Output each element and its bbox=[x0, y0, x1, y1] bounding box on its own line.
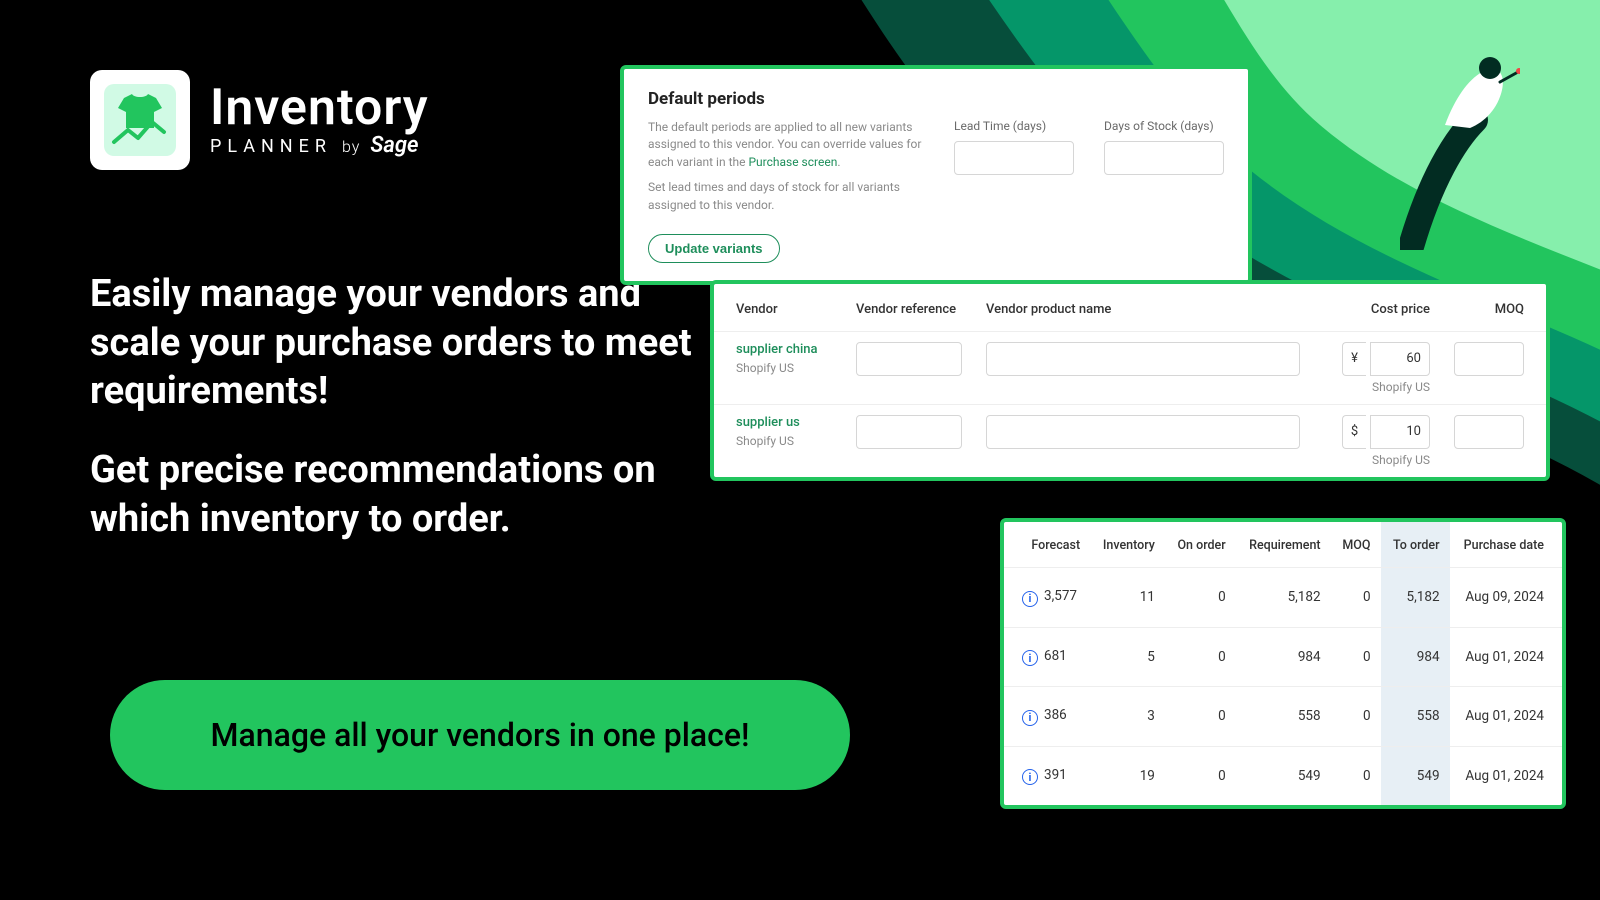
vendor-product-name-input[interactable] bbox=[986, 415, 1300, 449]
col-moq-forecast: MOQ bbox=[1331, 522, 1381, 568]
purchase-date-value: Aug 01, 2024 bbox=[1450, 627, 1562, 687]
days-of-stock-label: Days of Stock (days) bbox=[1104, 119, 1224, 133]
vendor-name-link[interactable]: supplier us bbox=[736, 415, 832, 430]
to-order-value: 558 bbox=[1381, 687, 1450, 747]
cost-price-sub: Shopify US bbox=[1324, 380, 1430, 394]
cost-price-value[interactable]: 60 bbox=[1370, 342, 1430, 376]
on-order-value: 0 bbox=[1165, 687, 1236, 747]
update-variants-button[interactable]: Update variants bbox=[648, 234, 780, 263]
default-periods-title: Default periods bbox=[648, 89, 1224, 109]
vendors-panel: Vendor Vendor reference Vendor product n… bbox=[710, 280, 1550, 481]
inventory-value: 5 bbox=[1090, 627, 1165, 687]
cta-button[interactable]: Manage all your vendors in one place! bbox=[110, 680, 850, 790]
moq-value: 0 bbox=[1331, 627, 1381, 687]
default-periods-desc-1: The default periods are applied to all n… bbox=[648, 119, 928, 171]
person-illustration bbox=[1400, 50, 1520, 250]
days-of-stock-input[interactable] bbox=[1104, 141, 1224, 175]
vendor-reference-input[interactable] bbox=[856, 342, 962, 376]
moq-input[interactable] bbox=[1454, 342, 1524, 376]
currency-symbol: $ bbox=[1342, 415, 1366, 449]
brand-tagline: PLANNER by Sage bbox=[210, 135, 429, 157]
cost-price-value[interactable]: 10 bbox=[1370, 415, 1430, 449]
on-order-value: 0 bbox=[1165, 627, 1236, 687]
forecast-row: i3911905490549Aug 01, 2024 bbox=[1004, 746, 1562, 805]
hero-paragraph-1: Easily manage your vendors and scale you… bbox=[90, 270, 730, 416]
purchase-date-value: Aug 01, 2024 bbox=[1450, 687, 1562, 747]
forecast-value: 386 bbox=[1044, 707, 1067, 723]
lead-time-label: Lead Time (days) bbox=[954, 119, 1074, 133]
col-to-order: To order bbox=[1381, 522, 1450, 568]
col-purchase-date: Purchase date bbox=[1450, 522, 1562, 568]
cta-label: Manage all your vendors in one place! bbox=[211, 716, 750, 754]
vendor-sub: Shopify US bbox=[736, 434, 832, 448]
col-vendor-reference: Vendor reference bbox=[844, 284, 974, 332]
vendor-sub: Shopify US bbox=[736, 361, 832, 375]
vendor-product-name-input[interactable] bbox=[986, 342, 1300, 376]
tshirt-chart-icon bbox=[104, 84, 176, 156]
vendor-row: supplier us Shopify US $10 Shopify US bbox=[714, 405, 1546, 478]
info-icon[interactable]: i bbox=[1022, 769, 1038, 785]
brand-tagline-by: by bbox=[342, 139, 360, 155]
inventory-value: 3 bbox=[1090, 687, 1165, 747]
on-order-value: 0 bbox=[1165, 746, 1236, 805]
forecast-row: i3,5771105,18205,182Aug 09, 2024 bbox=[1004, 568, 1562, 628]
requirement-value: 549 bbox=[1236, 746, 1331, 805]
hero-copy: Easily manage your vendors and scale you… bbox=[90, 270, 730, 573]
brand-name: Inventory bbox=[210, 83, 429, 133]
vendors-table: Vendor Vendor reference Vendor product n… bbox=[714, 284, 1546, 477]
col-cost-price: Cost price bbox=[1312, 284, 1442, 332]
vendor-reference-input[interactable] bbox=[856, 415, 962, 449]
cost-price-sub: Shopify US bbox=[1324, 453, 1430, 467]
forecast-row: i681509840984Aug 01, 2024 bbox=[1004, 627, 1562, 687]
moq-value: 0 bbox=[1331, 687, 1381, 747]
default-periods-desc-2: Set lead times and days of stock for all… bbox=[648, 179, 928, 214]
col-vendor: Vendor bbox=[714, 284, 844, 332]
on-order-value: 0 bbox=[1165, 568, 1236, 628]
brand-logo-badge bbox=[90, 70, 190, 170]
moq-value: 0 bbox=[1331, 746, 1381, 805]
col-requirement: Requirement bbox=[1236, 522, 1331, 568]
col-on-order: On order bbox=[1165, 522, 1236, 568]
hero-paragraph-2: Get precise recommendations on which inv… bbox=[90, 446, 730, 543]
forecast-value: 3,577 bbox=[1044, 588, 1077, 604]
info-icon[interactable]: i bbox=[1022, 591, 1038, 607]
col-vendor-product-name: Vendor product name bbox=[974, 284, 1312, 332]
col-forecast: Forecast bbox=[1004, 522, 1090, 568]
requirement-value: 5,182 bbox=[1236, 568, 1331, 628]
vendor-name-link[interactable]: supplier china bbox=[736, 342, 832, 357]
inventory-value: 19 bbox=[1090, 746, 1165, 805]
inventory-value: 11 bbox=[1090, 568, 1165, 628]
forecast-panel: Forecast Inventory On order Requirement … bbox=[1000, 518, 1566, 809]
forecast-row: i386305580558Aug 01, 2024 bbox=[1004, 687, 1562, 747]
brand-logo: Inventory PLANNER by Sage bbox=[90, 70, 429, 170]
forecast-table: Forecast Inventory On order Requirement … bbox=[1004, 522, 1562, 805]
brand-tagline-sage: Sage bbox=[370, 135, 418, 157]
purchase-date-value: Aug 01, 2024 bbox=[1450, 746, 1562, 805]
col-moq: MOQ bbox=[1442, 284, 1546, 332]
col-inventory: Inventory bbox=[1090, 522, 1165, 568]
info-icon[interactable]: i bbox=[1022, 650, 1038, 666]
to-order-value: 984 bbox=[1381, 627, 1450, 687]
to-order-value: 5,182 bbox=[1381, 568, 1450, 628]
forecast-value: 391 bbox=[1044, 767, 1067, 783]
forecast-value: 681 bbox=[1044, 648, 1067, 664]
moq-input[interactable] bbox=[1454, 415, 1524, 449]
moq-value: 0 bbox=[1331, 568, 1381, 628]
requirement-value: 558 bbox=[1236, 687, 1331, 747]
brand-tagline-planner: PLANNER bbox=[210, 138, 332, 156]
to-order-value: 549 bbox=[1381, 746, 1450, 805]
lead-time-input[interactable] bbox=[954, 141, 1074, 175]
currency-symbol: ¥ bbox=[1342, 342, 1366, 376]
info-icon[interactable]: i bbox=[1022, 710, 1038, 726]
default-periods-panel: Default periods The default periods are … bbox=[620, 65, 1252, 285]
purchase-date-value: Aug 09, 2024 bbox=[1450, 568, 1562, 628]
requirement-value: 984 bbox=[1236, 627, 1331, 687]
purchase-screen-link[interactable]: Purchase screen bbox=[748, 155, 837, 169]
vendor-row: supplier china Shopify US ¥60 Shopify US bbox=[714, 332, 1546, 405]
